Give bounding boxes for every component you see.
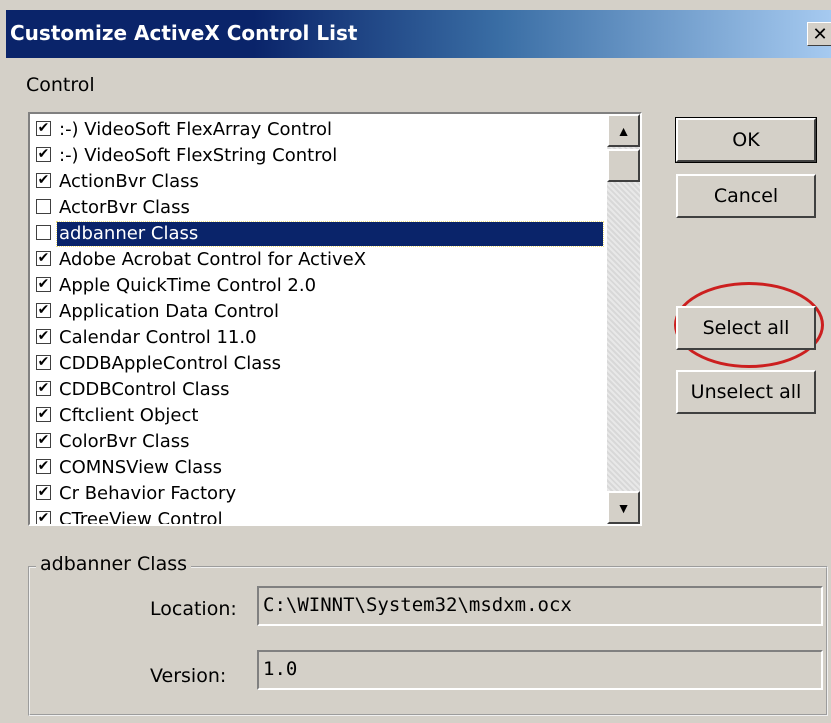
control-list-item-label: ActorBvr Class bbox=[59, 197, 190, 218]
control-list-item[interactable]: ✔ :-) VideoSoft FlexString Control bbox=[33, 143, 603, 169]
control-list-item[interactable]: adbanner Class bbox=[33, 221, 604, 247]
version-field: 1.0 bbox=[257, 650, 823, 690]
checkbox[interactable]: ✔ bbox=[36, 511, 51, 524]
checkbox[interactable]: ✔ bbox=[36, 355, 51, 370]
checkbox[interactable]: ✔ bbox=[36, 459, 51, 474]
location-label: Location: bbox=[150, 598, 237, 620]
unselect-all-button[interactable]: Unselect all bbox=[676, 370, 816, 414]
control-list-item-label: CTreeView Control bbox=[59, 509, 223, 526]
checkbox[interactable]: ✔ bbox=[36, 147, 51, 162]
location-field: C:\WINNT\System32\msdxm.ocx bbox=[257, 586, 823, 626]
control-list-item[interactable]: ✔ Cr Behavior Factory bbox=[33, 481, 603, 507]
checkbox[interactable]: ✔ bbox=[36, 303, 51, 318]
select-all-button[interactable]: Select all bbox=[676, 306, 816, 350]
control-list-item[interactable]: ✔ COMNSView Class bbox=[33, 455, 603, 481]
control-list-item[interactable]: ✔ ColorBvr Class bbox=[33, 429, 603, 455]
control-list-item-label: Calendar Control 11.0 bbox=[59, 327, 257, 348]
control-list-item[interactable]: ✔ ActionBvr Class bbox=[33, 169, 603, 195]
ok-button[interactable]: OK bbox=[675, 117, 817, 163]
control-list-item-label: adbanner Class bbox=[56, 221, 604, 247]
checkbox[interactable] bbox=[36, 199, 51, 214]
control-list-item[interactable]: ✔ CDDBAppleControl Class bbox=[33, 351, 603, 377]
checkbox[interactable]: ✔ bbox=[36, 173, 51, 188]
control-list-label: Control bbox=[26, 74, 95, 96]
title-bar[interactable]: Customize ActiveX Control List ✕ bbox=[6, 10, 831, 58]
control-list-item-label: ActionBvr Class bbox=[59, 171, 199, 192]
checkbox[interactable]: ✔ bbox=[36, 407, 51, 422]
version-label: Version: bbox=[150, 665, 227, 687]
control-list-item[interactable]: ✔ Calendar Control 11.0 bbox=[33, 325, 603, 351]
control-list-item-label: Adobe Acrobat Control for ActiveX bbox=[59, 249, 367, 270]
checkbox[interactable]: ✔ bbox=[36, 433, 51, 448]
checkbox[interactable]: ✔ bbox=[36, 251, 51, 266]
control-listbox[interactable]: ✔ :-) VideoSoft FlexArray Control ✔ :-) Vid… bbox=[28, 112, 642, 526]
control-list-item-label: CDDBControl Class bbox=[59, 379, 230, 400]
vertical-scrollbar[interactable]: ▲ ▼ bbox=[607, 114, 640, 524]
control-list-item[interactable]: ✔ CTreeView Control bbox=[33, 507, 603, 526]
cancel-button[interactable]: Cancel bbox=[676, 174, 816, 218]
control-list: ✔ :-) VideoSoft FlexArray Control ✔ :-) Vid… bbox=[33, 117, 604, 526]
close-button[interactable]: ✕ bbox=[807, 22, 831, 46]
control-list-item[interactable]: ✔ Cftclient Object bbox=[33, 403, 603, 429]
control-list-item-label: Application Data Control bbox=[59, 301, 280, 322]
control-list-item[interactable]: ✔ CDDBControl Class bbox=[33, 377, 603, 403]
checkbox[interactable]: ✔ bbox=[36, 485, 51, 500]
control-list-item[interactable]: ✔ Adobe Acrobat Control for ActiveX bbox=[33, 247, 603, 273]
checkbox[interactable]: ✔ bbox=[36, 277, 51, 292]
checkbox[interactable] bbox=[36, 225, 51, 240]
scrollbar-thumb[interactable] bbox=[607, 149, 640, 182]
control-list-item-label: Cftclient Object bbox=[59, 405, 199, 426]
control-list-item-label: :-) VideoSoft FlexArray Control bbox=[59, 119, 333, 140]
control-list-item[interactable]: ✔ Apple QuickTime Control 2.0 bbox=[33, 273, 603, 299]
control-list-item[interactable]: ✔ Application Data Control bbox=[33, 299, 603, 325]
control-list-item[interactable]: ✔ :-) VideoSoft FlexArray Control bbox=[33, 117, 603, 143]
scroll-down-arrow-icon[interactable]: ▼ bbox=[607, 491, 640, 524]
details-group-title: adbanner Class bbox=[36, 553, 192, 575]
customize-activex-dialog: Customize ActiveX Control List ✕ Control… bbox=[0, 0, 831, 723]
control-list-item-label: Cr Behavior Factory bbox=[59, 483, 237, 504]
control-list-item-label: :-) VideoSoft FlexString Control bbox=[59, 145, 338, 166]
control-list-item-label: COMNSView Class bbox=[59, 457, 222, 478]
control-list-item-label: Apple QuickTime Control 2.0 bbox=[59, 275, 317, 296]
window-title: Customize ActiveX Control List bbox=[10, 21, 358, 45]
checkbox[interactable]: ✔ bbox=[36, 329, 51, 344]
control-list-item-label: ColorBvr Class bbox=[59, 431, 190, 452]
control-list-item-label: CDDBAppleControl Class bbox=[59, 353, 282, 374]
checkbox[interactable]: ✔ bbox=[36, 381, 51, 396]
scroll-up-arrow-icon[interactable]: ▲ bbox=[607, 114, 640, 147]
control-list-item[interactable]: ActorBvr Class bbox=[33, 195, 603, 221]
checkbox[interactable]: ✔ bbox=[36, 121, 51, 136]
